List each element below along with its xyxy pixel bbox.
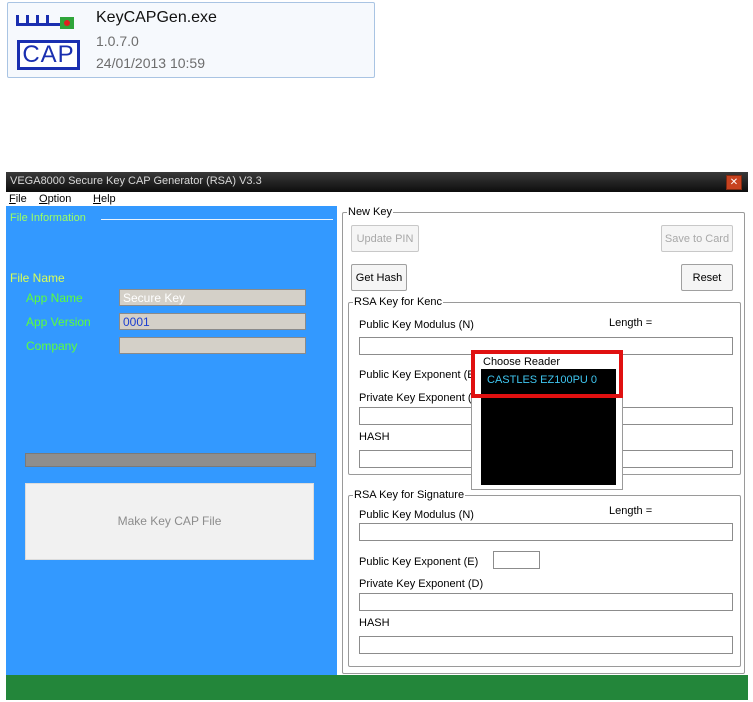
- rsa-kenc-label: RSA Key for Kenc: [353, 296, 444, 308]
- new-key-label: New Key: [347, 206, 394, 218]
- company-field[interactable]: [119, 337, 306, 354]
- sig-private-label: Private Key Exponent (D): [359, 578, 484, 590]
- menu-option[interactable]: Option: [39, 193, 71, 205]
- file-information-panel: File Information File Name App Name Secu…: [6, 206, 337, 675]
- file-date: 24/01/2013 10:59: [96, 55, 205, 71]
- window-title: VEGA8000 Secure Key CAP Generator (RSA) …: [10, 175, 262, 187]
- get-hash-button[interactable]: Get Hash: [351, 264, 407, 291]
- file-information-label: File Information: [10, 212, 86, 224]
- group-divider: [101, 219, 333, 220]
- reset-button[interactable]: Reset: [681, 264, 733, 291]
- status-bar: [6, 675, 748, 700]
- title-bar: VEGA8000 Secure Key CAP Generator (RSA) …: [6, 172, 748, 192]
- kenc-exponent-label: Public Key Exponent (E): [359, 369, 479, 381]
- menu-file[interactable]: File: [9, 193, 27, 205]
- sig-modulus-input[interactable]: [359, 523, 733, 541]
- cap-logo: CAP: [17, 40, 80, 70]
- app-icon: CAP: [12, 7, 84, 73]
- sig-private-input[interactable]: [359, 593, 733, 611]
- kenc-hash-label: HASH: [359, 431, 390, 443]
- sig-length-label: Length =: [609, 505, 653, 517]
- file-name: KeyCAPGen.exe: [96, 9, 217, 26]
- app-window: VEGA8000 Secure Key CAP Generator (RSA) …: [6, 172, 748, 700]
- save-to-card-button[interactable]: Save to Card: [661, 225, 733, 252]
- menu-bar: File Option Help: [6, 192, 748, 206]
- rsa-signature-label: RSA Key for Signature: [353, 489, 466, 501]
- company-label: Company: [26, 339, 78, 353]
- close-icon[interactable]: ✕: [726, 175, 742, 190]
- kenc-modulus-label: Public Key Modulus (N): [359, 319, 474, 331]
- kenc-private-label: Private Key Exponent (D): [359, 392, 484, 404]
- sig-hash-input[interactable]: [359, 636, 733, 654]
- sig-exponent-input[interactable]: [493, 551, 540, 569]
- app-version-field[interactable]: 0001: [119, 313, 306, 330]
- app-name-label: App Name: [26, 291, 83, 305]
- file-tile[interactable]: CAP KeyCAPGen.exe 1.0.7.0 24/01/2013 10:…: [7, 2, 375, 78]
- app-version-label: App Version: [26, 315, 91, 329]
- sig-exponent-label: Public Key Exponent (E): [359, 556, 479, 568]
- app-name-field[interactable]: Secure Key: [119, 289, 306, 306]
- key-icon: [16, 15, 74, 29]
- make-key-cap-button[interactable]: Make Key CAP File: [25, 483, 314, 560]
- menu-help[interactable]: Help: [93, 193, 116, 205]
- file-version: 1.0.7.0: [96, 33, 139, 49]
- sig-hash-label: HASH: [359, 617, 390, 629]
- update-pin-button[interactable]: Update PIN: [351, 225, 419, 252]
- file-name-label: File Name: [10, 271, 65, 285]
- kenc-length-label: Length =: [609, 317, 653, 329]
- sig-modulus-label: Public Key Modulus (N): [359, 509, 474, 521]
- progress-bar: [25, 453, 316, 467]
- highlight-box: [471, 350, 623, 398]
